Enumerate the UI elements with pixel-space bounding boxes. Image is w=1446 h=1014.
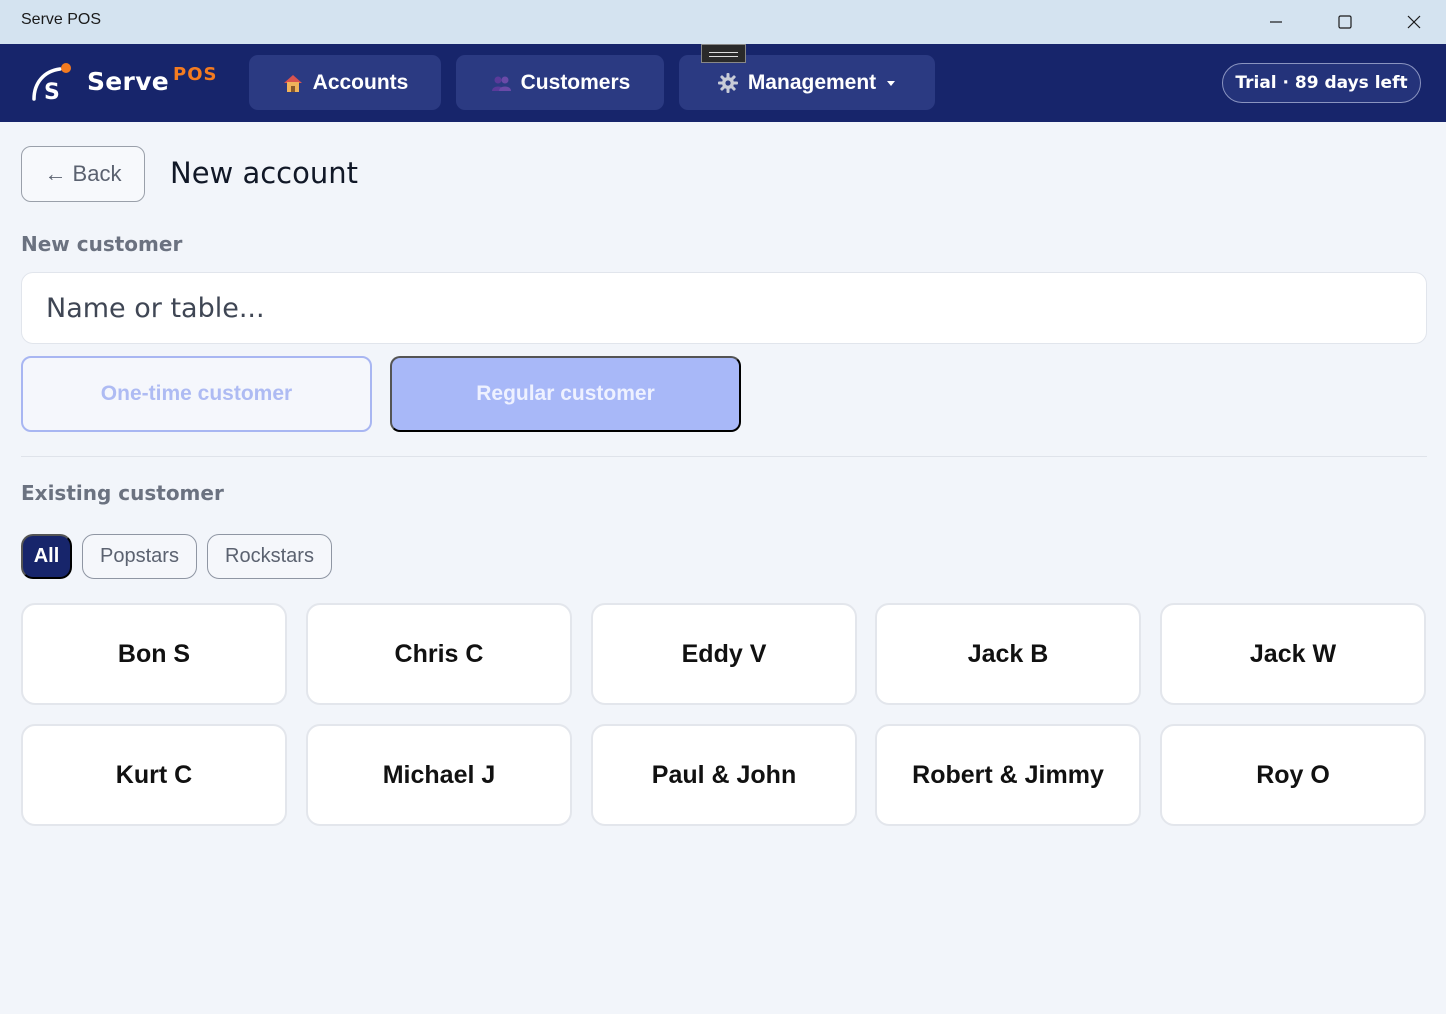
back-arrow-icon: ←: [44, 161, 67, 186]
filter-all-chip[interactable]: All: [21, 534, 72, 579]
people-icon: [491, 76, 511, 91]
gear-icon: [717, 72, 738, 93]
one-time-customer-button[interactable]: One-time customer: [21, 356, 372, 432]
customer-card[interactable]: Kurt C: [21, 724, 287, 826]
close-button[interactable]: [1380, 0, 1446, 44]
drag-handle[interactable]: [701, 44, 746, 63]
back-label: Back: [72, 161, 122, 186]
trial-badge[interactable]: Trial · 89 days left: [1222, 63, 1421, 103]
section-divider: [21, 456, 1427, 457]
filter-popstars-chip[interactable]: Popstars: [82, 534, 197, 579]
window-titlebar: Serve POS: [0, 0, 1446, 44]
svg-text:S: S: [44, 80, 60, 103]
close-icon: [1407, 15, 1421, 29]
minimize-button[interactable]: [1242, 0, 1310, 44]
nav-management-button[interactable]: Management: [679, 55, 935, 110]
nav-customers-label: Customers: [520, 70, 631, 94]
customer-card[interactable]: Eddy V: [591, 603, 857, 705]
regular-customer-button[interactable]: Regular customer: [390, 356, 741, 432]
brand-name: Serve: [87, 67, 170, 96]
maximize-button[interactable]: [1311, 0, 1379, 44]
window-title: Serve POS: [21, 11, 102, 28]
customer-name-input[interactable]: [21, 272, 1427, 344]
page-title: New account: [170, 156, 359, 190]
customer-card[interactable]: Robert & Jimmy: [875, 724, 1141, 826]
filter-rockstars-chip[interactable]: Rockstars: [207, 534, 332, 579]
customer-card[interactable]: Paul & John: [591, 724, 857, 826]
nav-accounts-button[interactable]: Accounts: [249, 55, 441, 110]
customer-card[interactable]: Jack W: [1160, 603, 1426, 705]
serve-logo-icon: S: [32, 63, 71, 103]
minimize-icon: [1270, 21, 1282, 23]
customer-card[interactable]: Roy O: [1160, 724, 1426, 826]
caret-down-icon: [887, 80, 896, 86]
existing-customer-label: Existing customer: [21, 481, 224, 505]
house-icon: [283, 74, 302, 92]
customer-card[interactable]: Jack B: [875, 603, 1141, 705]
brand-suffix: POS: [173, 64, 218, 85]
customer-card[interactable]: Michael J: [306, 724, 572, 826]
nav-customers-button[interactable]: Customers: [456, 55, 664, 110]
back-button[interactable]: ← Back: [21, 146, 145, 202]
customer-card[interactable]: Chris C: [306, 603, 572, 705]
new-customer-label: New customer: [21, 232, 183, 256]
customer-card[interactable]: Bon S: [21, 603, 287, 705]
nav-management-label: Management: [747, 70, 877, 94]
nav-accounts-label: Accounts: [312, 70, 409, 94]
maximize-icon: [1338, 15, 1352, 29]
